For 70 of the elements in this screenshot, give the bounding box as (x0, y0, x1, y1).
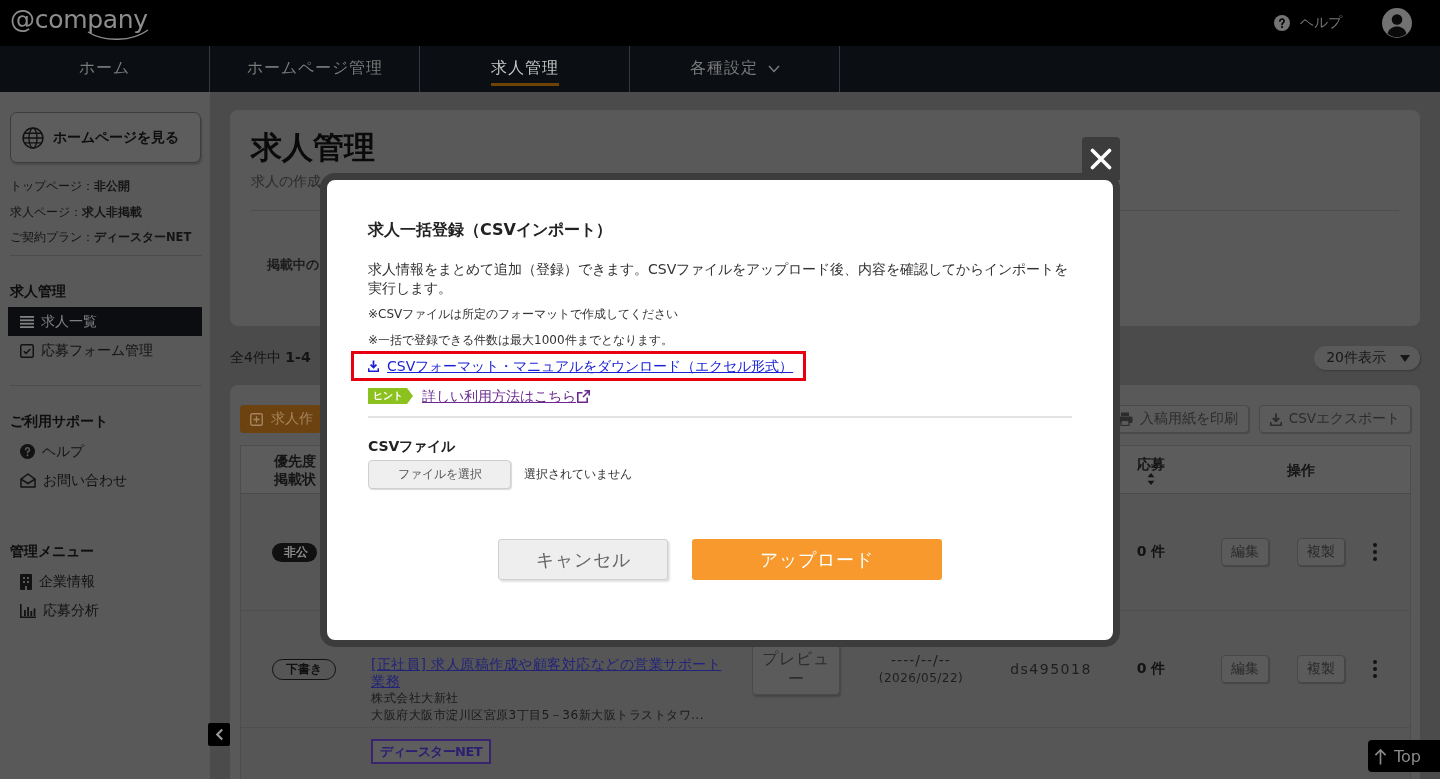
help-doc-link[interactable]: 詳しい利用方法はこちら (422, 387, 590, 405)
page-title: 求人管理 (251, 128, 375, 166)
help-link[interactable]: ヘルプ (1274, 14, 1342, 32)
column-header: 応募 (1137, 454, 1165, 473)
date-text: (2026/05/22) (878, 670, 964, 687)
status-value: ディースターNET (94, 230, 192, 244)
section-heading: 求人管理 (10, 282, 67, 301)
nav-tab[interactable]: 求人管理 (420, 46, 630, 92)
help-icon (20, 444, 35, 459)
status-value: 求人非掲載 (82, 204, 142, 219)
upload-button[interactable]: アップロード (692, 539, 942, 580)
section-heading: 管理メニュー (10, 542, 95, 561)
bar-chart-icon (20, 603, 36, 618)
back-to-top-button[interactable]: Top (1368, 740, 1440, 772)
application-count: 0 件 (1136, 543, 1166, 561)
status-value: 非公開 (94, 179, 130, 193)
sidebar-item[interactable]: 企業情報 (8, 567, 202, 596)
sort-icon[interactable] (1147, 472, 1155, 485)
checkbox-icon (20, 343, 34, 358)
company-logo[interactable]: @company (10, 5, 150, 41)
envelope-icon (20, 473, 36, 488)
sidebar-item[interactable]: 応募分析 (8, 596, 202, 625)
sidebar-item[interactable]: お問い合わせ (8, 466, 202, 495)
globe-icon (22, 126, 44, 149)
column-header: 掲載状 (274, 469, 316, 488)
nav-tab[interactable]: ホームページ管理 (210, 46, 420, 92)
section-heading: ご利用サポート (10, 412, 109, 431)
list-icon (20, 315, 34, 328)
help-icon (1274, 15, 1290, 31)
modal-title: 求人一括登録（CSVインポート） (368, 220, 613, 240)
download-icon (1269, 412, 1282, 426)
per-page-select[interactable]: 20件表示 (1314, 346, 1420, 370)
chevron-left-icon (214, 728, 224, 741)
create-job-button[interactable]: 求人作 (240, 405, 321, 433)
status-badge: 非公 (272, 542, 317, 562)
application-count: 0 件 (1136, 660, 1166, 678)
note-text: ※一括で登録できる件数は最大1000件までとなります。 (368, 332, 674, 348)
note-text: ※CSVファイルは所定のフォーマットで作成してください (368, 306, 680, 322)
date-text: ----/--/-- (891, 651, 951, 669)
plus-square-icon (250, 412, 263, 426)
download-icon (368, 360, 379, 372)
close-icon (1090, 147, 1112, 170)
sidebar-item[interactable]: 求人一覧 (8, 307, 202, 336)
kebab-menu-icon[interactable] (1373, 660, 1377, 678)
nav-tab[interactable]: 各種設定 (630, 46, 840, 92)
brand-logo: ディースターNET (371, 739, 492, 764)
sidebar-item[interactable]: 応募フォーム管理 (8, 336, 202, 365)
close-button[interactable] (1082, 137, 1120, 180)
stat-label: 掲載中の (267, 256, 319, 274)
caret-down-icon (1400, 354, 1410, 362)
file-select-button[interactable]: ファイルを選択 (368, 460, 511, 489)
column-header: 操作 (1286, 460, 1315, 479)
building-icon (20, 573, 32, 590)
status-label: ご契約プラン： (10, 230, 94, 244)
modal-description: 求人情報をまとめて追加（登録）できます。CSVファイルをアップロード後、内容を確認してからインポートを実行します。 (368, 260, 1070, 298)
kebab-menu-icon[interactable] (1373, 543, 1377, 561)
job-code: ds495018 (1010, 661, 1092, 677)
column-header: 優先度 (274, 451, 316, 470)
cancel-button[interactable]: キャンセル (498, 539, 668, 580)
hint-badge: ヒント (368, 388, 413, 404)
arrow-up-icon (1374, 747, 1387, 765)
view-site-button[interactable]: ホームページを見る (10, 112, 201, 163)
external-link-icon (577, 389, 590, 403)
field-label: CSVファイル (368, 437, 456, 456)
sidebar-item[interactable]: ヘルプ (8, 437, 202, 466)
collapse-sidebar-button[interactable] (208, 723, 230, 746)
download-link[interactable]: CSVフォーマット・マニュアルをダウンロード（エクセル形式） (368, 357, 794, 375)
file-status-text: 選択されていません (524, 466, 632, 483)
status-label: 求人ページ： (10, 204, 82, 219)
user-avatar-icon[interactable] (1382, 8, 1412, 38)
